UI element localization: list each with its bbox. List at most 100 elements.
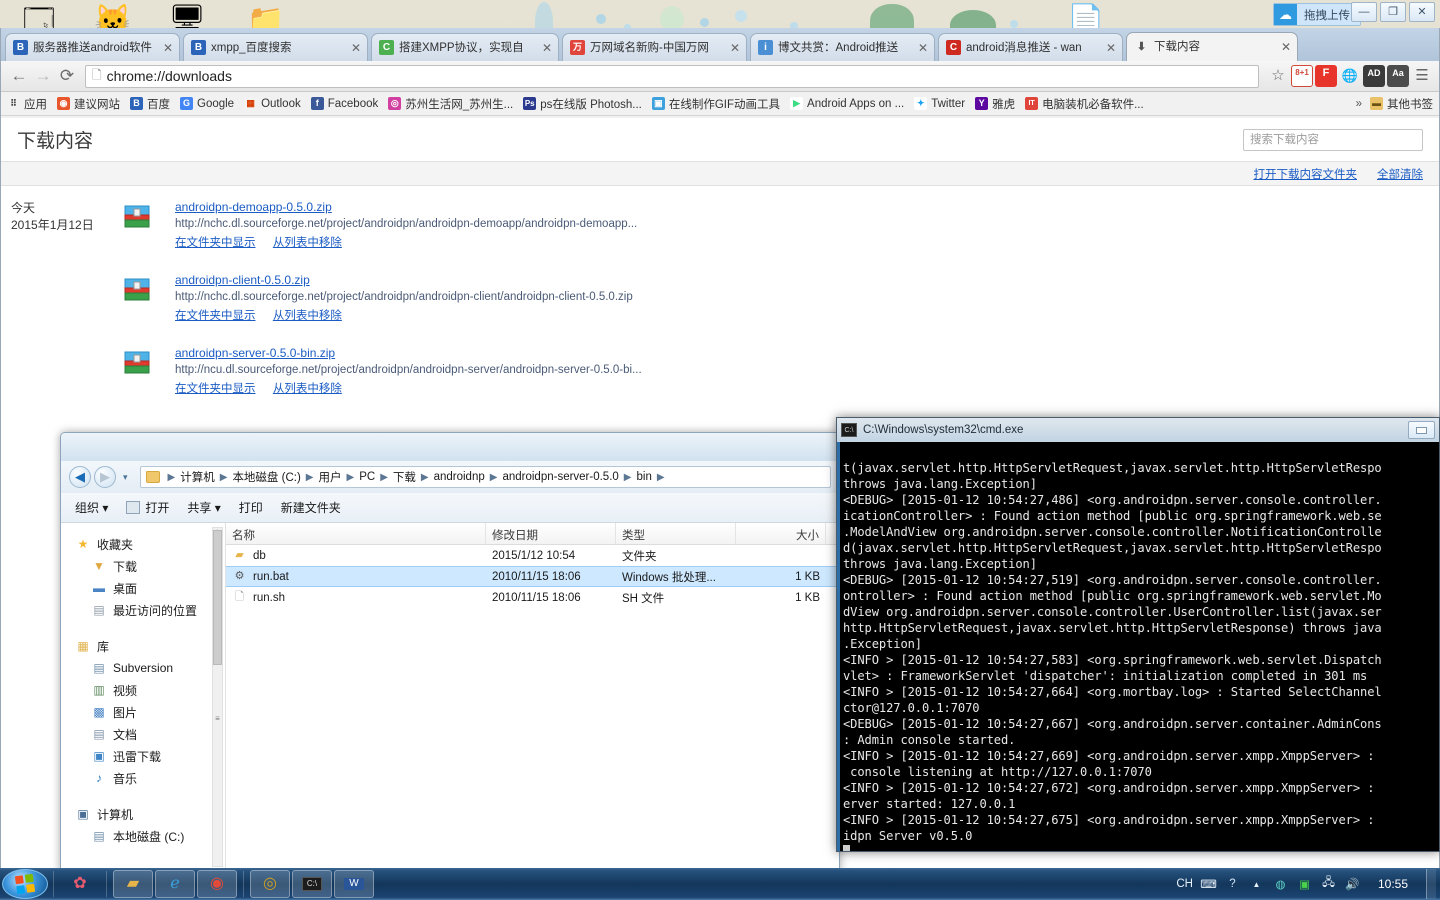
bookmark-facebook[interactable]: f Facebook: [310, 97, 378, 110]
browser-tab-4-close-icon[interactable]: ✕: [728, 41, 742, 55]
sidebar-scrollbar[interactable]: ▲ ≡: [212, 527, 223, 867]
breadcrumb-item-6[interactable]: androidpn-server-0.5.0: [502, 471, 618, 483]
taskbar-chrome[interactable]: ◉: [197, 870, 237, 898]
browser-tab-7-close-icon[interactable]: ✕: [1279, 40, 1293, 54]
bookmarks-overflow-icon[interactable]: »: [1356, 98, 1362, 110]
cmd-title-bar[interactable]: C:\ C:\Windows\system32\cmd.exe: [837, 418, 1439, 442]
sidebar-item-favorites[interactable]: ★ 收藏夹: [75, 533, 225, 555]
taskbar-cmd[interactable]: C:\: [292, 870, 332, 898]
bookmark-it-software[interactable]: IT 电脑装机必备软件...: [1025, 96, 1144, 112]
show-in-folder-link[interactable]: 在文件夹中显示: [175, 237, 256, 249]
bookmark-yahoo[interactable]: Y 雅虎: [975, 96, 1015, 112]
search-input[interactable]: 搜索下载内容: [1243, 128, 1423, 151]
sidebar-item-thunder-download[interactable]: ▣ 迅雷下载: [75, 745, 225, 767]
bookmark-google[interactable]: G Google: [180, 97, 234, 110]
sidebar-item-local-disk-c[interactable]: ▤ 本地磁盘 (C:): [75, 825, 225, 847]
recent-pages-chevron-icon[interactable]: ▾: [123, 472, 128, 483]
download-file-name[interactable]: androidpn-demoapp-0.5.0.zip: [175, 200, 637, 214]
taskbar-opera[interactable]: ◎: [250, 870, 290, 898]
bookmark-apps[interactable]: ⠿ 应用: [7, 96, 47, 112]
browser-tab-3[interactable]: C 搭建XMPP协议，实现自 ✕: [371, 33, 559, 61]
taskbar-word[interactable]: W: [334, 870, 374, 898]
table-row[interactable]: ▰ db 2015/1/12 10:54 文件夹: [226, 545, 839, 566]
breadcrumb-item-7[interactable]: bin: [637, 471, 652, 483]
browser-tab-2[interactable]: B xmpp_百度搜索 ✕: [183, 33, 368, 61]
download-file-name[interactable]: androidpn-client-0.5.0.zip: [175, 273, 633, 287]
taskbar-explorer[interactable]: ▰: [113, 870, 153, 898]
browser-tab-3-close-icon[interactable]: ✕: [540, 41, 554, 55]
browser-tab-5[interactable]: i 博文共赏：Android推送 ✕: [750, 33, 935, 61]
bookmark-suggested-sites[interactable]: ◉ 建议网站: [57, 96, 120, 112]
download-file-name[interactable]: androidpn-server-0.5.0-bin.zip: [175, 346, 642, 360]
table-row[interactable]: ⚙ run.bat 2010/11/15 18:06 Windows 批处理...…: [226, 566, 839, 587]
open-downloads-folder-link[interactable]: 打开下载内容文件夹: [1254, 166, 1358, 182]
forward-button[interactable]: →: [31, 64, 55, 88]
minimize-button[interactable]: —: [1351, 2, 1377, 22]
globe-translate-icon[interactable]: 🌐: [1339, 65, 1361, 87]
bookmark-twitter[interactable]: ✦ Twitter: [914, 97, 965, 110]
sidebar-item-desktop[interactable]: ▬ 桌面: [75, 577, 225, 599]
column-header-size[interactable]: 大小: [736, 523, 826, 544]
breadcrumb-item-5[interactable]: androidnp: [434, 471, 485, 483]
other-bookmarks-folder[interactable]: ▬ 其他书签: [1370, 96, 1433, 112]
browser-tab-2-close-icon[interactable]: ✕: [349, 41, 363, 55]
sidebar-item-computer[interactable]: ▣ 计算机: [75, 803, 225, 825]
sidebar-item-videos[interactable]: ▥ 视频: [75, 679, 225, 701]
explorer-title-bar[interactable]: [61, 433, 839, 461]
bookmark-baidu[interactable]: B 百度: [130, 96, 170, 112]
browser-tab-7-active[interactable]: ⬇ 下载内容 ✕: [1126, 32, 1298, 61]
remove-from-list-link[interactable]: 从列表中移除: [273, 383, 342, 395]
bookmark-suzhou[interactable]: ◎ 苏州生活网_苏州生...: [388, 96, 513, 112]
sidebar-item-libraries[interactable]: ▦ 库: [75, 635, 225, 657]
browser-tab-4[interactable]: 万 万网域名新购-中国万网 ✕: [562, 33, 747, 61]
new-folder-button[interactable]: 新建文件夹: [281, 499, 341, 516]
sidebar-item-downloads[interactable]: ▼ 下载: [75, 555, 225, 577]
breadcrumb-item-2[interactable]: 用户: [319, 469, 342, 485]
browser-tab-6[interactable]: C android消息推送 - wan ✕: [938, 33, 1123, 61]
sidebar-item-subversion[interactable]: ▤ Subversion: [75, 657, 225, 679]
foxit-pdf-icon[interactable]: F: [1315, 65, 1337, 87]
keyboard-icon[interactable]: ⌨: [1200, 877, 1217, 891]
sidebar-item-music[interactable]: ♪ 音乐: [75, 767, 225, 789]
share-button[interactable]: 共享 ▾: [187, 499, 220, 516]
table-row[interactable]: 🗋 run.sh 2010/11/15 18:06 SH 文件 1 KB: [226, 587, 839, 608]
column-header-name[interactable]: 名称: [226, 523, 486, 544]
bookmark-play-store[interactable]: ▶ Android Apps on ...: [790, 97, 904, 110]
sidebar-scrollbar-thumb[interactable]: [213, 530, 222, 666]
address-bar[interactable]: 🗋 chrome://downloads: [85, 64, 1259, 88]
reload-button[interactable]: ⟳: [55, 64, 79, 88]
start-orb-button[interactable]: [2, 869, 48, 899]
help-icon[interactable]: ?: [1224, 878, 1241, 890]
adblock-stop-icon[interactable]: AD: [1363, 65, 1385, 87]
explorer-forward-button[interactable]: ▶: [94, 466, 116, 488]
maximize-button[interactable]: ❐: [1380, 2, 1406, 22]
breadcrumb[interactable]: ▶ 计算机 ▶ 本地磁盘 (C:) ▶ 用户 ▶ PC ▶ 下载 ▶ andro…: [139, 466, 831, 488]
remove-from-list-link[interactable]: 从列表中移除: [273, 310, 342, 322]
cmd-console-output[interactable]: t(javax.servlet.http.HttpServletRequest,…: [837, 442, 1439, 851]
organize-button[interactable]: 组织 ▾: [75, 499, 108, 516]
column-header-date-modified[interactable]: 修改日期: [486, 523, 616, 544]
bookmark-outlook[interactable]: ▦ Outlook: [244, 97, 301, 110]
browser-tab-1-close-icon[interactable]: ✕: [161, 41, 175, 55]
google-plus-share-icon[interactable]: 8+1: [1291, 65, 1313, 87]
breadcrumb-item-1[interactable]: 本地磁盘 (C:): [232, 469, 300, 485]
sidebar-item-recent-places[interactable]: ▤ 最近访问的位置: [75, 599, 225, 621]
security-shield-icon[interactable]: ◍: [1272, 877, 1289, 891]
network-icon[interactable]: 🖧: [1320, 875, 1337, 894]
taskbar-internet-explorer[interactable]: ℯ: [155, 870, 195, 898]
font-size-icon[interactable]: Aa: [1387, 65, 1409, 87]
show-desktop-button[interactable]: [1426, 869, 1436, 899]
chrome-menu-icon[interactable]: ☰: [1411, 65, 1433, 87]
show-in-folder-link[interactable]: 在文件夹中显示: [175, 310, 256, 322]
green-app-icon[interactable]: ▣: [1296, 877, 1313, 891]
cmd-minimize-button[interactable]: [1408, 421, 1435, 439]
taskbar-clock[interactable]: 10:55: [1372, 877, 1414, 891]
sidebar-item-pictures[interactable]: ▩ 图片: [75, 701, 225, 723]
browser-tab-6-close-icon[interactable]: ✕: [1104, 41, 1118, 55]
browser-tab-5-close-icon[interactable]: ✕: [916, 41, 930, 55]
volume-icon[interactable]: 🔊: [1344, 877, 1361, 891]
bookmark-star-icon[interactable]: ☆: [1267, 65, 1289, 87]
bookmark-gif-tool[interactable]: ▣ 在线制作GIF动画工具: [651, 96, 780, 112]
breadcrumb-item-4[interactable]: 下载: [393, 469, 416, 485]
column-header-type[interactable]: 类型: [616, 523, 736, 544]
